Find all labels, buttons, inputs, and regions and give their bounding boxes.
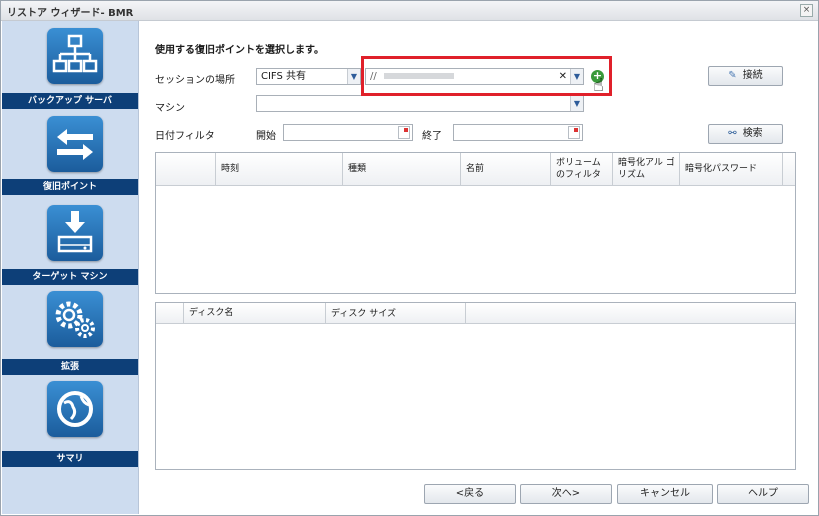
- chevron-down-icon[interactable]: ▼: [347, 69, 360, 84]
- recovery-point-table[interactable]: 時刻 種類 名前 ボリューム のフィルタ 暗号化アル ゴリズム 暗号化パスワード: [155, 152, 796, 294]
- step-label-advanced: 拡張: [2, 359, 138, 375]
- step-label-backup-server: バックアップ サーバ: [2, 93, 138, 109]
- end-date-input[interactable]: [453, 124, 583, 141]
- session-location-label: セッションの場所: [155, 75, 235, 86]
- disk-table-header: ディスク名 ディスク サイズ: [156, 303, 795, 324]
- network-tree-icon: [47, 28, 103, 84]
- recovery-point-table-header: 時刻 種類 名前 ボリューム のフィルタ 暗号化アル ゴリズム 暗号化パスワード: [156, 153, 795, 186]
- column-volume-filter[interactable]: ボリューム のフィルタ: [551, 153, 613, 185]
- column-disk-size[interactable]: ディスク サイズ: [326, 303, 466, 323]
- step-label-recovery-point: 復旧ポイント: [2, 179, 138, 195]
- column-encryption-password[interactable]: 暗号化パスワード: [680, 153, 783, 185]
- step-label-target-machine: ターゲット マシン: [2, 269, 138, 285]
- disk-table[interactable]: ディスク名 ディスク サイズ: [155, 302, 796, 470]
- search-button[interactable]: ⚯ 検索: [708, 124, 783, 144]
- calendar-icon[interactable]: [568, 126, 580, 139]
- start-date-label: 開始: [256, 131, 276, 142]
- column-type[interactable]: 種類: [343, 153, 461, 185]
- machine-label: マシン: [155, 103, 185, 114]
- end-date-label: 終了: [422, 131, 442, 142]
- binoculars-icon: ⚯: [728, 128, 737, 139]
- connect-button-label: 接続: [742, 70, 763, 81]
- page-title: 使用する復旧ポイントを選択します。: [155, 45, 324, 56]
- help-button[interactable]: ヘルプ: [717, 484, 809, 504]
- download-drive-icon: [47, 205, 103, 261]
- column-name[interactable]: 名前: [461, 153, 551, 185]
- session-type-select[interactable]: CIFS 共有 ▼: [256, 68, 361, 85]
- column-disk-name[interactable]: ディスク名: [184, 303, 326, 323]
- restore-wizard-window: リストア ウィザード- BMR × バックアップ サーバ 復旧ポイント ターゲッ…: [0, 0, 819, 516]
- gears-icon: [47, 291, 103, 347]
- highlight-box: [361, 56, 612, 96]
- transfer-arrows-icon: [47, 116, 103, 172]
- calendar-icon[interactable]: [398, 126, 410, 139]
- next-button[interactable]: 次へ>: [520, 484, 612, 504]
- globe-icon: [47, 381, 103, 437]
- session-type-value: CIFS 共有: [261, 71, 307, 82]
- start-date-input[interactable]: [283, 124, 413, 141]
- column-select: [156, 303, 184, 323]
- back-button[interactable]: <戻る: [424, 484, 516, 504]
- close-icon[interactable]: ×: [800, 4, 813, 17]
- window-title: リストア ウィザード- BMR: [7, 8, 134, 19]
- column-select: [156, 153, 216, 185]
- search-button-label: 検索: [742, 128, 763, 139]
- connect-button[interactable]: ✎ 接続: [708, 66, 783, 86]
- cancel-button[interactable]: キャンセル: [617, 484, 713, 504]
- column-time[interactable]: 時刻: [216, 153, 343, 185]
- wizard-steps-sidebar: バックアップ サーバ 復旧ポイント ターゲット マシン 拡張 サマリ: [2, 21, 139, 514]
- title-bar: リストア ウィザード- BMR ×: [1, 1, 818, 21]
- machine-select[interactable]: ▼: [256, 95, 584, 112]
- step-label-summary: サマリ: [2, 451, 138, 467]
- date-filter-label: 日付フィルタ: [155, 131, 215, 142]
- pen-icon: ✎: [728, 70, 737, 81]
- column-encryption-algorithm[interactable]: 暗号化アル ゴリズム: [613, 153, 680, 185]
- chevron-down-icon[interactable]: ▼: [570, 96, 583, 111]
